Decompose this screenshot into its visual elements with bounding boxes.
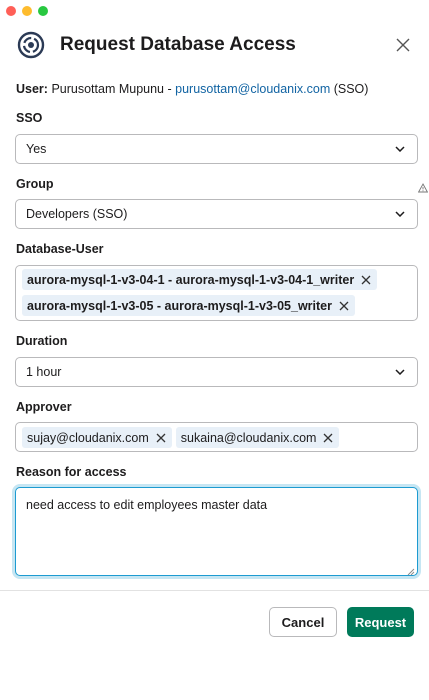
approver-multiselect[interactable]: sujay@cloudanix.com sukaina@cloudanix.co…: [15, 422, 418, 452]
window-minimize-button[interactable]: [22, 6, 32, 16]
warning-icon: [417, 180, 429, 193]
chip-label: sukaina@cloudanix.com: [180, 430, 317, 445]
chevron-down-icon: [393, 207, 407, 221]
database-user-chip: aurora-mysql-1-v3-05 - aurora-mysql-1-v3…: [22, 295, 355, 316]
approver-label: Approver: [16, 400, 72, 414]
database-user-label: Database-User: [16, 242, 104, 256]
request-button[interactable]: Request: [347, 607, 414, 637]
modal-header: Request Database Access: [16, 28, 415, 62]
user-label: User:: [16, 82, 48, 96]
approver-chip: sujay@cloudanix.com: [22, 427, 172, 448]
window-controls: [6, 6, 48, 16]
chip-label: sujay@cloudanix.com: [27, 430, 149, 445]
chip-label: aurora-mysql-1-v3-04-1 - aurora-mysql-1-…: [27, 272, 355, 287]
sso-value: Yes: [26, 142, 47, 156]
database-user-multiselect[interactable]: aurora-mysql-1-v3-04-1 - aurora-mysql-1-…: [15, 265, 418, 321]
group-value: Developers (SSO): [26, 207, 128, 221]
user-email-link[interactable]: purusottam@cloudanix.com: [175, 82, 330, 96]
duration-select[interactable]: 1 hour: [15, 357, 418, 387]
cloudanix-logo-icon: [16, 30, 46, 60]
resize-grip-icon[interactable]: [407, 565, 415, 576]
user-suffix: (SSO): [330, 82, 369, 96]
group-label: Group: [16, 177, 54, 191]
user-info: User: Purusottam Mupunu - purusottam@clo…: [16, 82, 368, 96]
database-user-chip: aurora-mysql-1-v3-04-1 - aurora-mysql-1-…: [22, 269, 378, 290]
sso-select[interactable]: Yes: [15, 134, 418, 164]
remove-chip-icon[interactable]: [338, 300, 350, 312]
modal-title: Request Database Access: [60, 34, 296, 55]
reason-label: Reason for access: [16, 465, 127, 479]
footer-divider: [0, 590, 429, 591]
duration-value: 1 hour: [26, 365, 62, 379]
chevron-down-icon: [393, 365, 407, 379]
duration-label: Duration: [16, 334, 68, 348]
reason-value: need access to edit employees master dat…: [26, 498, 268, 512]
approver-chip: sukaina@cloudanix.com: [175, 427, 340, 448]
remove-chip-icon[interactable]: [155, 432, 167, 444]
group-select[interactable]: Developers (SSO): [15, 199, 418, 229]
reason-textarea[interactable]: need access to edit employees master dat…: [15, 487, 418, 576]
remove-chip-icon[interactable]: [360, 274, 372, 286]
user-name: Purusottam Mupunu -: [51, 82, 176, 96]
close-icon[interactable]: [391, 33, 415, 57]
chip-label: aurora-mysql-1-v3-05 - aurora-mysql-1-v3…: [27, 298, 332, 313]
remove-chip-icon[interactable]: [322, 432, 334, 444]
modal-window: Request Database Access User: Purusottam…: [0, 0, 429, 700]
chevron-down-icon: [393, 142, 407, 156]
window-close-button[interactable]: [6, 6, 16, 16]
sso-label: SSO: [16, 111, 43, 125]
window-zoom-button[interactable]: [38, 6, 48, 16]
cancel-button[interactable]: Cancel: [269, 607, 337, 637]
